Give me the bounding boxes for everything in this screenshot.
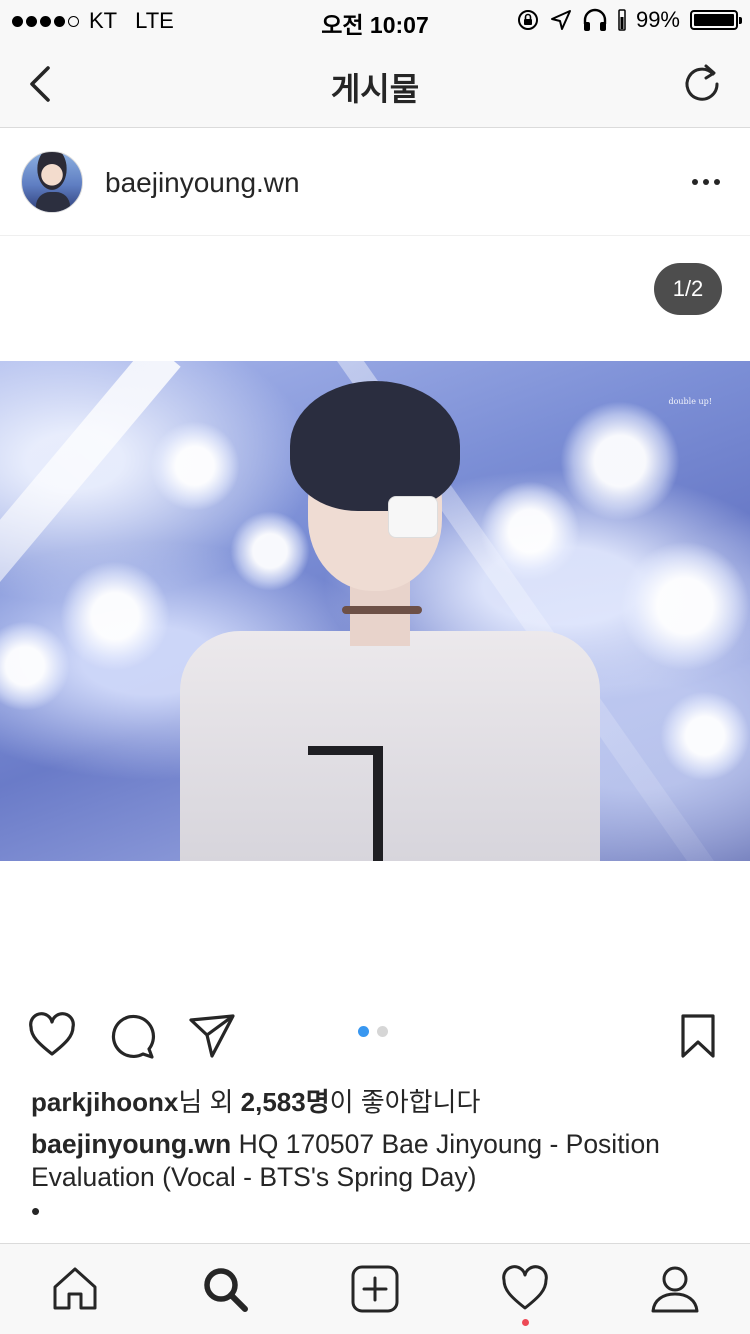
flower-cluster	[620, 541, 750, 671]
carousel-counter: 1/2	[654, 263, 722, 315]
flower-cluster	[660, 691, 750, 781]
status-right: 99%	[516, 7, 742, 33]
carousel-dot	[377, 1026, 388, 1037]
post-caption: baejinyoung.wn HQ 170507 Bae Jinyoung - …	[31, 1128, 721, 1194]
create-icon[interactable]	[350, 1264, 400, 1314]
shirt-graphic	[308, 746, 383, 861]
likes-count[interactable]: 2,583명	[241, 1087, 330, 1117]
location-arrow-icon	[550, 10, 571, 30]
rotation-lock-icon	[517, 10, 538, 30]
photo-watermark: double up!	[668, 397, 712, 406]
more-options-icon[interactable]	[692, 179, 720, 185]
likes-text-end: 이 좋아합니다	[329, 1087, 481, 1117]
nav-bar: 게시물	[0, 40, 750, 128]
battery-icon	[690, 10, 742, 30]
page-title: 게시물	[330, 71, 420, 107]
activity-notification-dot	[522, 1319, 529, 1326]
tab-bar	[0, 1243, 750, 1334]
comment-bubble-icon[interactable]	[108, 1012, 156, 1060]
eyepatch	[388, 496, 438, 538]
avatar[interactable]	[21, 151, 83, 213]
battery-percent: 99%	[635, 7, 680, 32]
bookmark-icon[interactable]	[674, 1012, 722, 1060]
likes-text-mid: 님 외	[178, 1087, 241, 1117]
heart-icon[interactable]	[500, 1264, 550, 1314]
post-media[interactable]: 1/2 double up!	[0, 236, 750, 996]
post-username[interactable]: baejinyoung.wn	[105, 167, 300, 199]
status-bar: KT LTE 오전 10:07 99%	[0, 0, 750, 40]
shirt	[180, 631, 600, 861]
battery-fill	[694, 14, 734, 26]
flower-cluster	[60, 561, 170, 671]
hair	[290, 381, 460, 511]
heart-outline-icon[interactable]	[28, 1012, 76, 1060]
search-icon[interactable]	[200, 1264, 250, 1314]
profile-icon[interactable]	[650, 1264, 700, 1314]
carousel-indicator	[358, 1026, 388, 1037]
refresh-icon[interactable]	[680, 62, 724, 106]
headphones-icon	[583, 8, 607, 31]
caption-username[interactable]: baejinyoung.wn	[31, 1129, 231, 1159]
post-photo[interactable]: double up!	[0, 361, 750, 861]
likes-summary[interactable]: parkjihoonx님 외 2,583명이 좋아합니다	[31, 1082, 480, 1119]
person-figure	[180, 381, 600, 861]
flower-cluster	[0, 621, 70, 711]
action-bar	[0, 996, 750, 1068]
home-icon[interactable]	[50, 1264, 100, 1314]
paper-plane-icon[interactable]	[188, 1012, 236, 1060]
battery-bolt-icon	[618, 9, 626, 31]
post-header: baejinyoung.wn	[0, 129, 750, 236]
carousel-dot-active	[358, 1026, 369, 1037]
caption-bullet: •	[31, 1196, 41, 1226]
choker	[342, 606, 422, 614]
likes-first-user[interactable]: parkjihoonx	[31, 1087, 178, 1117]
